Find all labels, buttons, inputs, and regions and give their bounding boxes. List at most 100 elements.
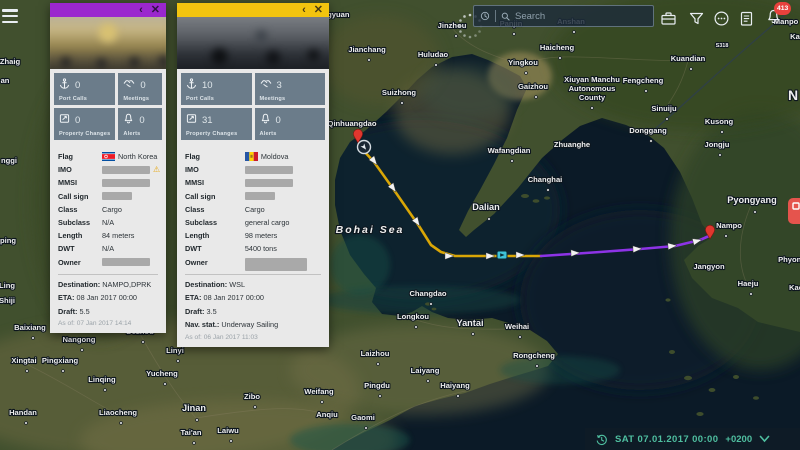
destination-value: NAMPO,DPRK xyxy=(102,280,151,289)
detail-label: Flag xyxy=(185,152,245,161)
map-label: Laizhou xyxy=(361,349,390,358)
detail-row-subclass: Subclassgeneral cargo xyxy=(185,216,321,229)
stat-tile-port-calls[interactable]: 10Port Calls xyxy=(181,73,252,105)
city-dot xyxy=(177,360,180,363)
search-input[interactable] xyxy=(515,11,647,22)
map-label: Tai'an xyxy=(180,428,201,437)
meetings-icon xyxy=(123,76,135,94)
detail-row-imo: IMO ⚠ xyxy=(58,163,158,176)
destination-value: WSL xyxy=(229,280,245,289)
time-control-bar[interactable]: SAT 07.01.2017 00:00 +0200 xyxy=(585,428,800,450)
nav-status-label: Nav. stat.: xyxy=(185,320,219,329)
search-bar[interactable] xyxy=(473,5,654,27)
detail-label: Subclass xyxy=(185,218,245,227)
map-label: an xyxy=(1,76,10,85)
map-label: Ling xyxy=(0,281,15,290)
map-label: Pingxiang xyxy=(42,356,79,365)
map-label: Linqing xyxy=(88,375,116,384)
city-dot xyxy=(690,68,693,71)
detail-row-flag: Flag Moldova xyxy=(185,150,321,163)
map-label: Autonomous xyxy=(569,84,616,93)
vessel-heading-marker[interactable] xyxy=(358,141,371,154)
city-dot xyxy=(650,140,653,143)
more-icon[interactable] xyxy=(713,10,730,27)
map-label: Wafangdian xyxy=(488,146,531,155)
stat-tile-meetings[interactable]: 0Meetings xyxy=(118,73,162,105)
collapse-chevron-icon[interactable]: ‹ xyxy=(139,5,143,16)
close-icon[interactable]: ✕ xyxy=(151,5,160,16)
notification-badge[interactable]: 413 xyxy=(774,2,791,15)
map-label: S318 xyxy=(716,43,729,49)
map-label: Kusong xyxy=(705,117,734,126)
detail-label: MMSI xyxy=(58,178,102,187)
detail-label: Call sign xyxy=(185,192,245,201)
menu-icon[interactable] xyxy=(2,9,18,23)
map-label: Haeju xyxy=(738,279,759,288)
map-label: Sinuiju xyxy=(651,104,677,113)
city-dot xyxy=(750,293,753,296)
detail-row-dwt: DWTN/A xyxy=(58,242,158,255)
stat-tile-meetings[interactable]: 3Meetings xyxy=(255,73,326,105)
detail-label: IMO xyxy=(185,165,245,174)
map-label: Nampo xyxy=(716,221,742,230)
stat-tile-port-calls[interactable]: 0Port Calls xyxy=(54,73,115,105)
detail-label: MMSI xyxy=(185,178,245,187)
detail-value: Moldova xyxy=(261,152,289,161)
redacted-value xyxy=(245,179,293,187)
detail-row-mmsi: MMSI xyxy=(58,176,158,189)
warning-icon: ⚠ xyxy=(153,166,160,174)
city-dot xyxy=(457,395,460,398)
stat-tile-alerts[interactable]: 0Alerts xyxy=(118,108,162,140)
detail-value: 84 meters xyxy=(102,231,134,240)
collapse-chevron-icon[interactable]: ‹ xyxy=(302,5,306,16)
clipboard-icon[interactable] xyxy=(738,10,755,27)
briefcase-icon[interactable] xyxy=(660,10,677,27)
detail-label: Length xyxy=(185,231,245,240)
city-dot xyxy=(645,90,648,93)
city-dot xyxy=(401,102,404,105)
history-clock-icon[interactable] xyxy=(480,10,490,22)
stat-value: 0 xyxy=(75,80,80,91)
detail-row-length: Length84 meters xyxy=(58,229,158,242)
city-dot xyxy=(511,160,514,163)
map-label: Dalian xyxy=(472,202,500,212)
city-dot xyxy=(513,33,516,36)
detail-value: N/A xyxy=(102,218,114,227)
city-dot xyxy=(193,442,196,445)
draft-label: Draft: xyxy=(58,307,77,316)
city-dot xyxy=(725,235,728,238)
panel-header: ‹ ✕ xyxy=(50,3,166,17)
stat-tile-property-changes[interactable]: 0Property Changes xyxy=(54,108,115,140)
property-icon xyxy=(59,111,70,129)
detail-label: Owner xyxy=(58,258,102,267)
map-label: Jongju xyxy=(705,140,730,149)
detail-label: Class xyxy=(58,205,102,214)
detail-row-call-sign: Call sign xyxy=(185,190,321,203)
stat-label: Meetings xyxy=(260,96,321,102)
map-label: Pyongyang xyxy=(727,195,777,205)
detail-label: Subclass xyxy=(58,218,102,227)
vessel-panel-left: ‹ ✕ 0Port Calls0Meetings0Property Change… xyxy=(50,3,166,333)
redacted-value xyxy=(102,166,150,174)
filter-icon[interactable] xyxy=(688,10,705,27)
eta-value: 08 Jan 2017 00:00 xyxy=(77,293,137,302)
map-label: Suizhong xyxy=(382,88,417,97)
edge-alert-marker[interactable] xyxy=(788,198,800,224)
city-dot xyxy=(435,64,438,67)
city-dot xyxy=(230,440,233,443)
map-label: Kae xyxy=(789,283,800,292)
waypoint-vessel-marker[interactable] xyxy=(497,251,507,259)
stat-tile-property-changes[interactable]: 31Property Changes xyxy=(181,108,252,140)
map-label: County xyxy=(579,93,606,102)
voyage-footer: Destination: WSL ETA: 08 Jan 2017 00:00 … xyxy=(185,274,321,347)
stat-tile-alerts[interactable]: 0Alerts xyxy=(255,108,326,140)
stat-label: Port Calls xyxy=(186,96,247,102)
detail-row-mmsi: MMSI xyxy=(185,176,321,189)
close-icon[interactable]: ✕ xyxy=(314,5,323,16)
chevron-down-icon[interactable] xyxy=(759,435,770,443)
detail-label: Call sign xyxy=(58,192,102,201)
detail-label: IMO xyxy=(58,165,102,174)
map-label: Donggang xyxy=(629,126,667,135)
detail-row-dwt: DWT5400 tons xyxy=(185,242,321,255)
detail-label: Owner xyxy=(185,258,245,267)
